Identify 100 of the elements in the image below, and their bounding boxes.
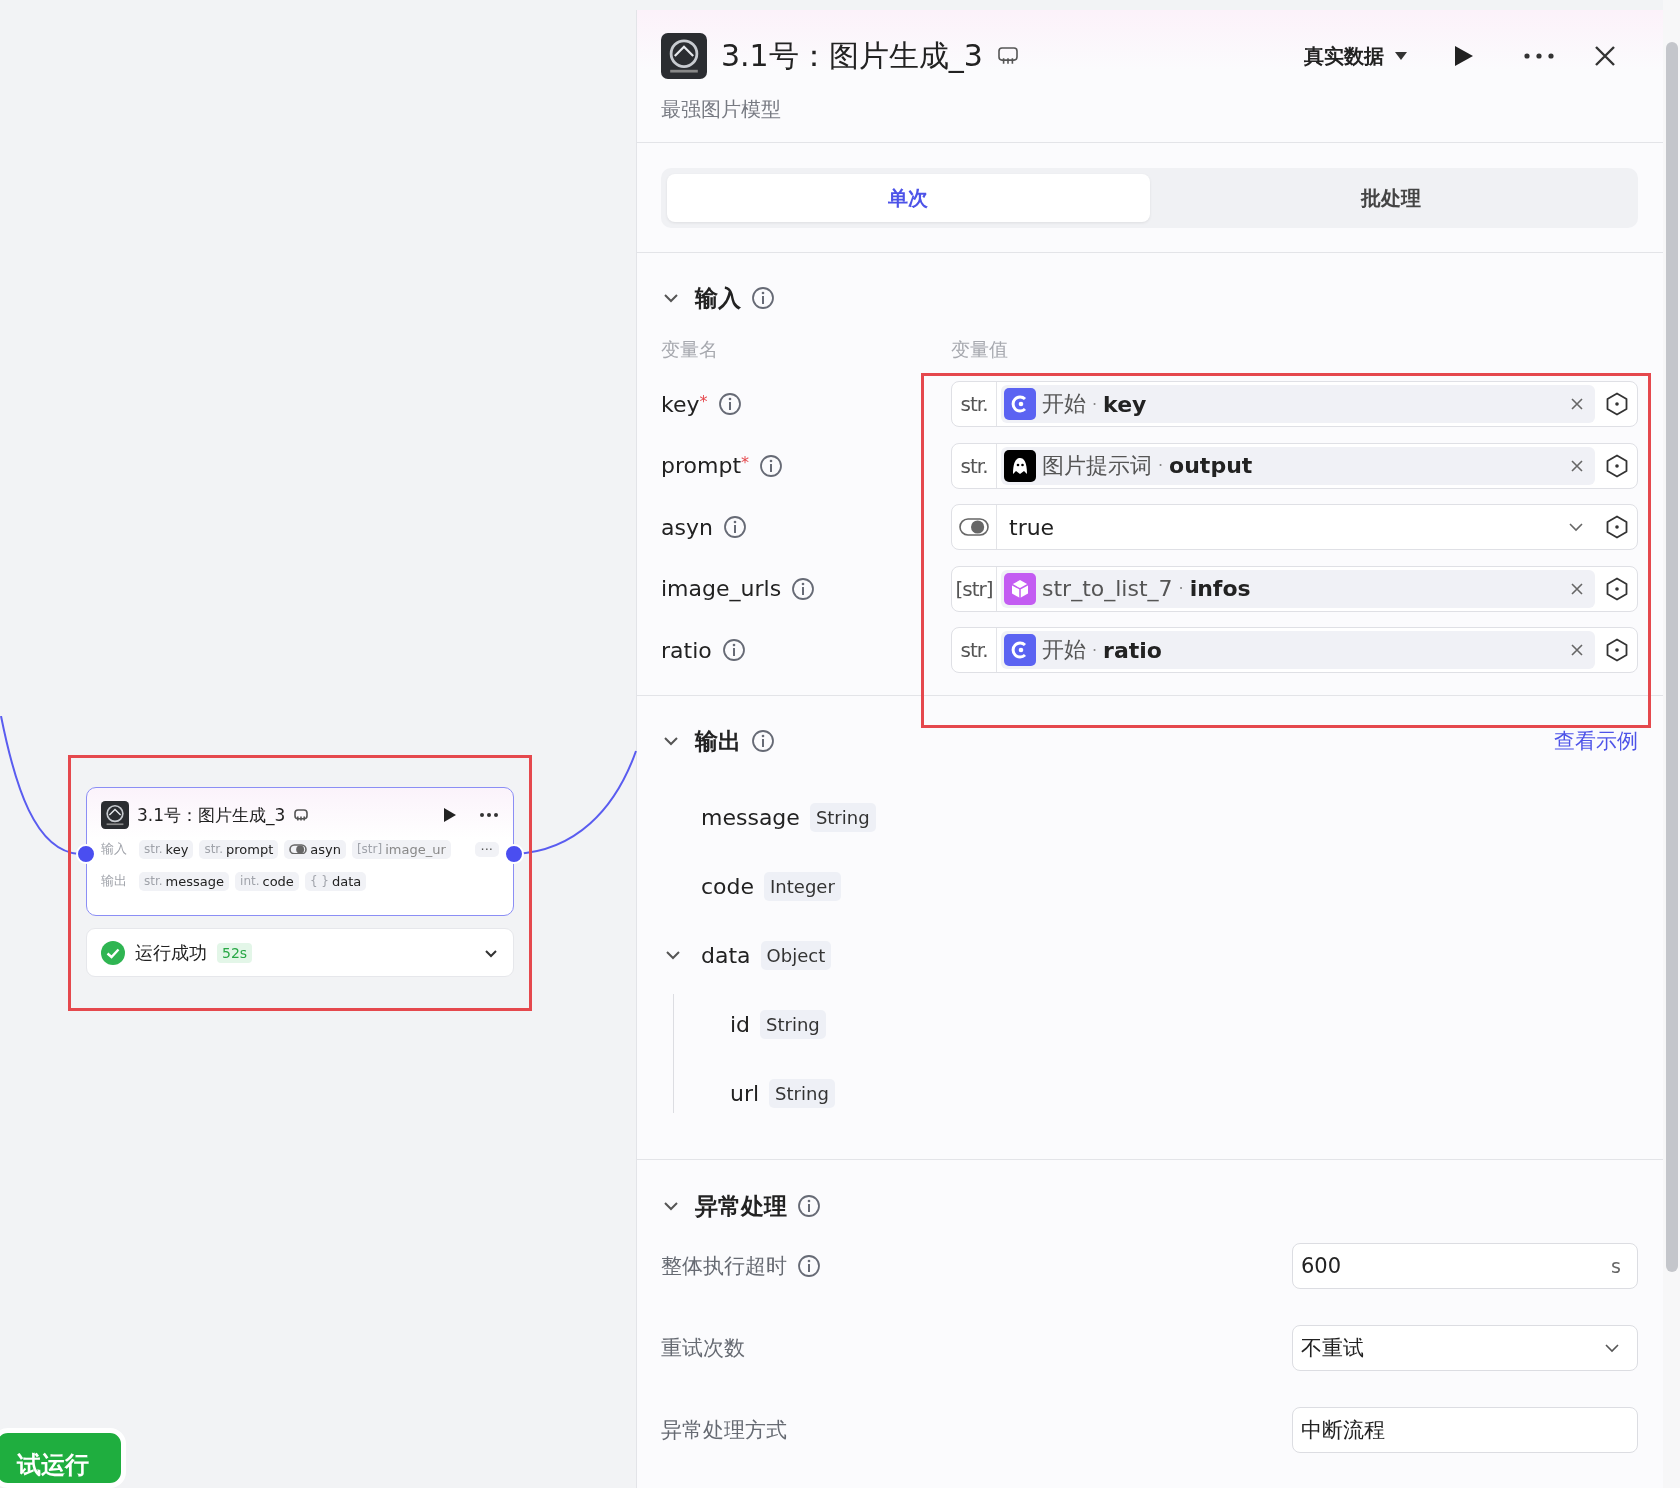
- port-tag: int. code: [235, 871, 299, 891]
- variable-icon[interactable]: [1605, 638, 1629, 662]
- reference-chip[interactable]: 开始 · key: [1001, 385, 1595, 423]
- success-icon: [101, 940, 125, 965]
- field-label: 重试次数: [661, 1335, 745, 1362]
- port-tag: asyn: [284, 839, 346, 859]
- output-name: url: [730, 1080, 760, 1106]
- start-node-icon: [1004, 388, 1036, 420]
- variable-name: asyn: [661, 514, 713, 540]
- row-label: 输入: [101, 840, 128, 858]
- type-tag: Integer: [764, 871, 841, 901]
- port-dot[interactable]: [76, 844, 96, 864]
- play-icon[interactable]: [1454, 45, 1474, 67]
- type-label: str.: [960, 453, 988, 478]
- port-tag: str. message: [139, 871, 230, 891]
- output-name: code: [701, 873, 755, 899]
- variable-name: key*: [661, 391, 708, 417]
- value-field[interactable]: str. 开始 · key: [951, 381, 1638, 427]
- value-field[interactable]: str. 开始 · ratio: [951, 627, 1638, 673]
- variable-name: image_urls: [661, 576, 782, 601]
- info-icon: [717, 392, 742, 416]
- badge-icon: [996, 45, 1019, 67]
- info-icon: [751, 286, 775, 310]
- variable-icon[interactable]: [1605, 576, 1629, 601]
- value-field[interactable]: [str] str_to_list_7 · infos: [951, 565, 1638, 612]
- field-label: 整体执行超时: [661, 1253, 787, 1280]
- select-field[interactable]: 不重试: [1292, 1325, 1638, 1371]
- close-icon[interactable]: [1594, 45, 1616, 67]
- variable-name: prompt*: [661, 453, 749, 478]
- type-label: [str]: [955, 576, 993, 601]
- column-header: 变量值: [951, 337, 1008, 362]
- number-field[interactable]: 600 s: [1292, 1243, 1638, 1289]
- column-header: 变量名: [661, 337, 719, 362]
- reference-chip[interactable]: 开始 · ratio: [1001, 631, 1595, 669]
- badge-icon: [293, 807, 310, 823]
- tab[interactable]: 单次: [667, 174, 1150, 222]
- port-dot[interactable]: [504, 844, 524, 864]
- field-label: 异常处理方式: [661, 1417, 787, 1444]
- start-node-icon: [1004, 634, 1036, 666]
- type-tag: String: [760, 1009, 826, 1039]
- more-icon[interactable]: [1524, 53, 1554, 59]
- node-logo-icon: [661, 33, 707, 79]
- type-tag: Object: [760, 940, 832, 970]
- variable-icon[interactable]: [1605, 515, 1629, 539]
- info-icon: [791, 576, 816, 601]
- port-tag: str. key: [139, 839, 194, 859]
- clear-icon[interactable]: [1571, 644, 1583, 656]
- cube-icon: [1004, 572, 1036, 605]
- variable-name: ratio: [661, 637, 712, 663]
- row-label: 输出: [101, 872, 128, 890]
- status-text: 运行成功: [135, 940, 207, 965]
- type-label: str.: [960, 392, 988, 416]
- output-name: data: [701, 942, 751, 968]
- output-name: id: [730, 1011, 751, 1037]
- variable-icon[interactable]: [1605, 392, 1629, 416]
- data-source-dropdown[interactable]: 真实数据: [1298, 41, 1414, 71]
- scrollbar-thumb[interactable]: [1666, 42, 1678, 1272]
- status-card[interactable]: 运行成功 52s: [86, 928, 514, 977]
- info-icon: [721, 638, 746, 662]
- type-tag: String: [809, 802, 876, 832]
- variable-icon[interactable]: [1605, 453, 1629, 478]
- reference-chip[interactable]: 图片提示词 · output: [1001, 446, 1595, 485]
- port-tag: [str] image_ur: [351, 839, 451, 859]
- reference-chip[interactable]: str_to_list_7 · infos: [1001, 569, 1595, 608]
- reference-text: 图片提示词 · output: [1042, 451, 1253, 480]
- output-name: message: [701, 804, 800, 830]
- info-icon: [759, 453, 783, 478]
- info-icon: [797, 1194, 821, 1218]
- clear-icon[interactable]: [1571, 459, 1583, 472]
- mascot-icon: [1004, 449, 1036, 482]
- tab[interactable]: 批处理: [1149, 174, 1632, 222]
- type-label: str.: [960, 638, 988, 662]
- info-icon: [722, 515, 747, 539]
- node-card[interactable]: 3.1号：图片生成_3 输入 str. key str. prompt asyn [str] image_ur ··· 输出 str. message int. code { } data: [86, 787, 514, 916]
- port-tag: { } data: [304, 871, 367, 891]
- more-icon[interactable]: [479, 812, 499, 818]
- node-description: 最强图片模型: [661, 96, 782, 123]
- info-icon: [751, 729, 775, 753]
- duration-tag: 52s: [217, 942, 253, 963]
- toggle-icon: [289, 843, 308, 855]
- section-title[interactable]: 异常处理: [695, 1190, 787, 1222]
- reference-text: 开始 · ratio: [1042, 636, 1162, 665]
- clear-icon[interactable]: [1571, 582, 1583, 595]
- port-tag: str. prompt: [199, 839, 279, 859]
- reference-text: str_to_list_7 · infos: [1042, 576, 1251, 601]
- play-icon[interactable]: [443, 807, 457, 823]
- value-field[interactable]: true: [951, 504, 1638, 550]
- section-title[interactable]: 输出: [695, 725, 741, 757]
- select-field[interactable]: 中断流程: [1292, 1407, 1638, 1453]
- toggle-icon: [959, 518, 989, 536]
- more-button[interactable]: ···: [474, 841, 499, 857]
- caret-icon: [1394, 51, 1408, 61]
- clear-icon[interactable]: [1571, 398, 1583, 410]
- node-title: 3.1号：图片生成_3: [137, 803, 286, 827]
- unit-label: s: [1611, 1255, 1621, 1277]
- type-tag: String: [769, 1078, 835, 1108]
- section-title[interactable]: 输入: [695, 282, 741, 314]
- value-field[interactable]: str. 图片提示词 · output: [951, 442, 1638, 489]
- example-link[interactable]: 查看示例: [1554, 727, 1638, 755]
- node-logo-icon: [101, 801, 129, 829]
